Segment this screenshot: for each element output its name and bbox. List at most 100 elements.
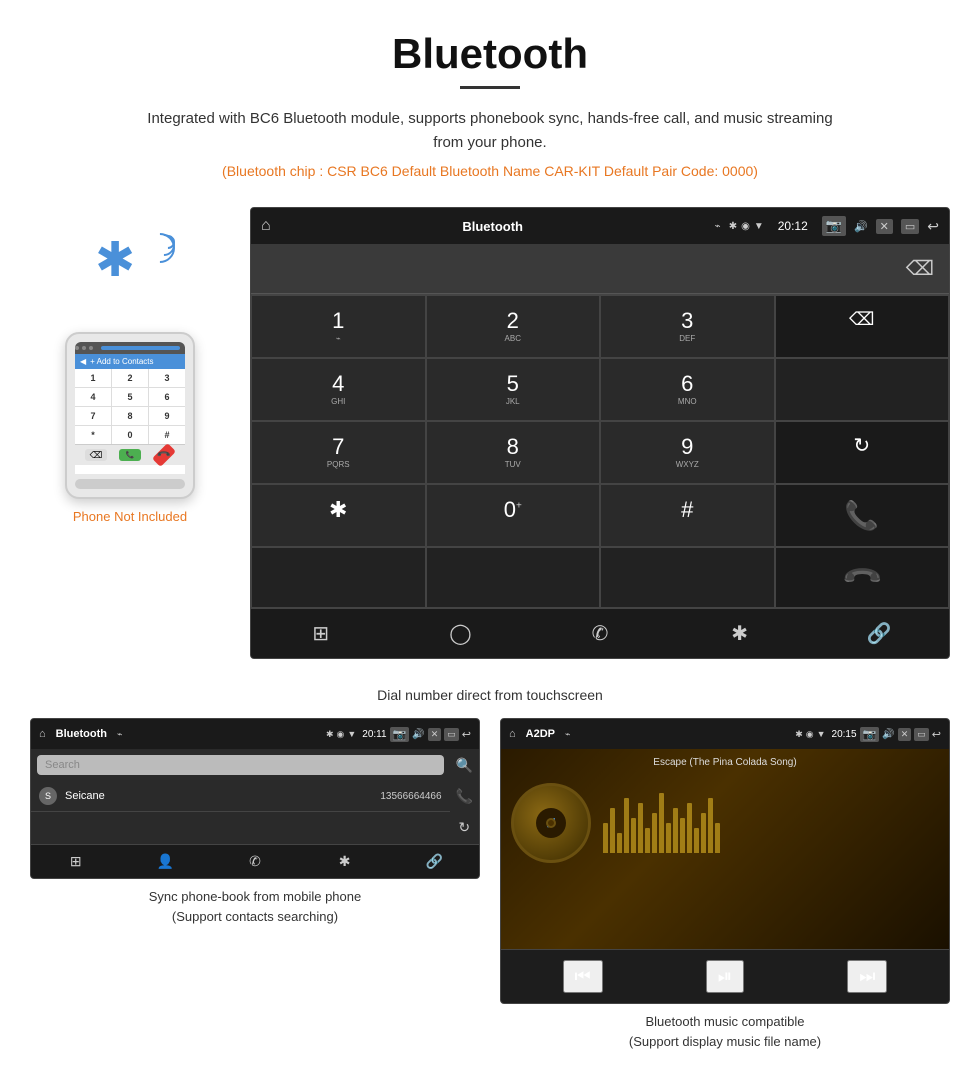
car-status-bar: ⌂ Bluetooth ⌁ ✱ ◉ ▼ 20:12 📷 🔊 ✕ ▭ ↩ [251, 208, 949, 244]
pb-home-icon[interactable]: ⌂ [39, 728, 46, 740]
back-icon[interactable]: ↩ [927, 218, 939, 235]
nav-bluetooth-button[interactable]: ✱ [670, 609, 810, 658]
phone-del-btn[interactable]: ⌫ [85, 449, 107, 461]
dialer-key-8[interactable]: 8TUV [426, 421, 601, 484]
mu-screen-icon[interactable]: ▭ [914, 728, 929, 741]
phone-key-1[interactable]: 1 [75, 369, 111, 387]
pb-nav-bluetooth[interactable]: ✱ [300, 845, 390, 878]
phone-section: ✱ ◀ + Add to Contacts 123456789*0# [30, 207, 230, 524]
dialer-key-0[interactable]: 0+ [426, 484, 601, 547]
mu-status-icons: ✱ ◉ ▼ 20:15 📷 🔊 ✕ ▭ ↩ [795, 727, 941, 742]
nav-dialpad-button[interactable]: ⊞ [251, 609, 391, 658]
camera-icon[interactable]: 📷 [822, 216, 846, 236]
red-hangup-button[interactable]: 📞 [775, 547, 950, 608]
next-track-button[interactable]: ⏭ [847, 960, 887, 993]
dialer-key-1[interactable]: 1⌁ [251, 295, 426, 358]
screen-icon[interactable]: ▭ [901, 219, 919, 234]
dialer-key-↻[interactable]: ↻ [775, 421, 950, 484]
dialer-key-7[interactable]: 7PQRS [251, 421, 426, 484]
phonebook-block: ⌂ Bluetooth ⌁ ✱ ◉ ▼ 20:11 📷 🔊 ✕ ▭ ↩ [30, 718, 480, 1056]
mu-wifi-icon: ▼ [817, 729, 826, 739]
pb-location-icon: ◉ [336, 729, 344, 740]
close-icon[interactable]: ✕ [876, 219, 893, 234]
usb-icon: ⌁ [715, 221, 721, 232]
search-icon[interactable]: 🔍 [456, 757, 473, 774]
viz-bar [631, 818, 636, 853]
home-icon[interactable]: ⌂ [261, 217, 271, 235]
pb-camera-icon[interactable]: 📷 [390, 727, 410, 742]
music-main-area: ♫ [501, 773, 949, 873]
pb-nav-phone[interactable]: ✆ [210, 845, 300, 878]
dialer-key-5[interactable]: 5JKL [426, 358, 601, 421]
dialer-key-2[interactable]: 2ABC [426, 295, 601, 358]
music-visualizer [603, 793, 939, 853]
pb-volume-icon[interactable]: 🔊 [412, 729, 424, 740]
dialer-key-3[interactable]: 3DEF [600, 295, 775, 358]
dialer-key-⌫[interactable]: ⌫ [775, 295, 950, 358]
dialer-key-hash[interactable]: # [600, 484, 775, 547]
mu-camera-icon[interactable]: 📷 [860, 727, 880, 742]
phonebook-bottom-nav: ⊞ 👤 ✆ ✱ 🔗 [31, 844, 479, 878]
prev-track-button[interactable]: ⏮ [563, 960, 603, 993]
phonebook-area: Search S Seicane 13566664466 🔍 📞 ↻ [31, 749, 479, 844]
backspace-button[interactable]: ⌫ [906, 256, 934, 281]
phone-key-9[interactable]: 9 [149, 407, 185, 425]
viz-bar [708, 798, 713, 853]
status-title: Bluetooth [279, 219, 707, 234]
wifi-icon: ▼ [754, 221, 764, 232]
call-icon[interactable]: 📞 [456, 788, 473, 805]
phone-dot [82, 346, 86, 350]
search-placeholder: Search [45, 759, 80, 771]
phone-key-8[interactable]: 8 [112, 407, 148, 425]
phone-home-btn[interactable] [75, 479, 185, 489]
phone-not-included-label: Phone Not Included [73, 509, 187, 524]
viz-bar [652, 813, 657, 853]
viz-bar [680, 818, 685, 853]
mu-home-icon[interactable]: ⌂ [509, 728, 516, 740]
mu-back-icon[interactable]: ↩ [932, 728, 941, 741]
mu-volume-icon[interactable]: 🔊 [882, 729, 894, 740]
bluetooth-symbol-icon: ✱ [95, 237, 135, 285]
viz-bar [715, 823, 720, 853]
music-block: ⌂ A2DP ⌁ ✱ ◉ ▼ 20:15 📷 🔊 ✕ ▭ ↩ Escape (T… [500, 718, 950, 1056]
dialer-key-star[interactable]: ✱ [251, 484, 426, 547]
viz-bar [617, 833, 622, 853]
phone-hangup-btn[interactable]: 📞 [152, 443, 176, 467]
phonebook-right-icons: 🔍 📞 ↻ [450, 749, 479, 844]
dialer-key-6[interactable]: 6MNO [600, 358, 775, 421]
nav-contacts-button[interactable]: ◯ [391, 609, 531, 658]
pb-nav-contacts[interactable]: 👤 [121, 845, 211, 878]
phone-key-4[interactable]: 4 [75, 388, 111, 406]
pb-nav-dialpad[interactable]: ⊞ [31, 845, 121, 878]
pb-screen-icon[interactable]: ▭ [444, 728, 459, 741]
phone-key-2[interactable]: 2 [112, 369, 148, 387]
phone-call-btn[interactable]: 📞 [119, 449, 141, 461]
dialer-key-9[interactable]: 9WXYZ [600, 421, 775, 484]
play-pause-button[interactable]: ⏯ [706, 960, 744, 993]
green-call-button[interactable]: 📞 [775, 484, 950, 547]
page-title: Bluetooth [20, 30, 960, 78]
volume-icon[interactable]: 🔊 [854, 220, 868, 233]
viz-bar [687, 803, 692, 853]
pb-back-icon[interactable]: ↩ [462, 728, 471, 741]
nav-phone-button[interactable]: ✆ [530, 609, 670, 658]
phone-dot [89, 346, 93, 350]
phone-key-7[interactable]: 7 [75, 407, 111, 425]
pb-close-icon[interactable]: ✕ [428, 728, 442, 741]
contact-entry[interactable]: S Seicane 13566664466 [31, 781, 450, 812]
phone-key-5[interactable]: 5 [112, 388, 148, 406]
nav-link-button[interactable]: 🔗 [809, 609, 949, 658]
pb-wifi-icon: ▼ [347, 729, 356, 739]
pb-nav-link[interactable]: 🔗 [389, 845, 479, 878]
phone-key-6[interactable]: 6 [149, 388, 185, 406]
phone-key-*[interactable]: * [75, 426, 111, 444]
phonebook-search-bar[interactable]: Search [37, 755, 444, 775]
phone-key-0[interactable]: 0 [112, 426, 148, 444]
reload-icon[interactable]: ↻ [458, 819, 470, 836]
dialer-key-4[interactable]: 4GHI [251, 358, 426, 421]
pb-bt-icon: ✱ [326, 729, 334, 740]
bluetooth-specs: (Bluetooth chip : CSR BC6 Default Blueto… [20, 163, 960, 179]
phone-key-3[interactable]: 3 [149, 369, 185, 387]
phone-key-#[interactable]: # [149, 426, 185, 444]
mu-close-icon[interactable]: ✕ [898, 728, 912, 741]
